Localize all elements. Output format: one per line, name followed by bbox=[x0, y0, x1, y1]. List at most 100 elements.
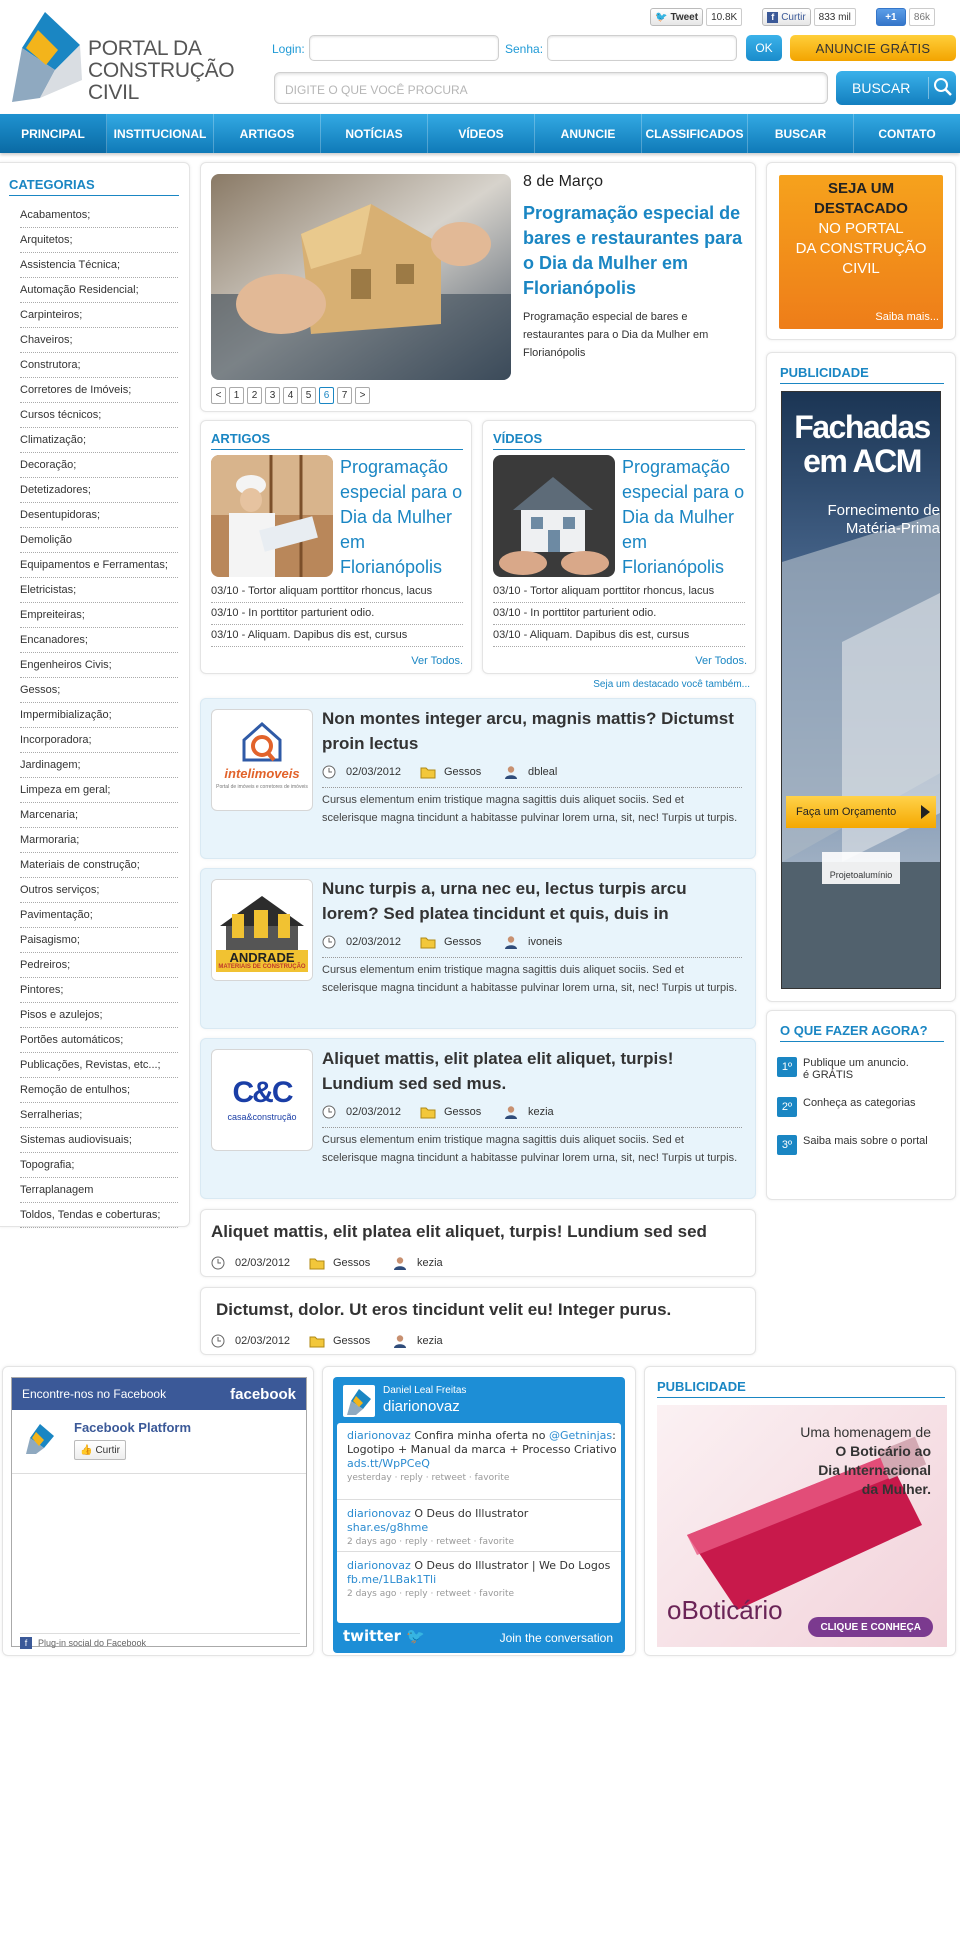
search-input[interactable]: DIGITE O QUE VOCÊ PROCURA bbox=[274, 72, 828, 104]
nav-contato[interactable]: CONTATO bbox=[854, 114, 960, 153]
category-item[interactable]: Serralherias; bbox=[20, 1103, 178, 1128]
post-category[interactable]: Gessos bbox=[444, 936, 498, 948]
category-item[interactable]: Sistemas audiovisuais; bbox=[20, 1128, 178, 1153]
category-item[interactable]: Limpeza em geral; bbox=[20, 778, 178, 803]
pub2-cta-button[interactable]: CLIQUE E CONHEÇA bbox=[808, 1617, 933, 1637]
pager-2[interactable]: 2 bbox=[247, 387, 262, 404]
oque-item[interactable]: 2º Conheça as categorias bbox=[777, 1097, 916, 1117]
category-item[interactable]: Pedreiros; bbox=[20, 953, 178, 978]
category-item[interactable]: Impermibialização; bbox=[20, 703, 178, 728]
category-item[interactable]: Pintores; bbox=[20, 978, 178, 1003]
category-item[interactable]: Cursos técnicos; bbox=[20, 403, 178, 428]
simple-post-title[interactable]: Aliquet mattis, elit platea elit aliquet… bbox=[211, 1222, 751, 1242]
nav-artigos[interactable]: ARTIGOS bbox=[214, 114, 321, 153]
category-item[interactable]: Toldos, Tendas e coberturas; bbox=[20, 1203, 178, 1228]
tweet-link[interactable]: shar.es/g8hme bbox=[347, 1521, 428, 1534]
facebook-page-avatar[interactable] bbox=[22, 1420, 58, 1456]
category-item[interactable]: Pisos e azulejos; bbox=[20, 1003, 178, 1028]
category-item[interactable]: Eletricistas; bbox=[20, 578, 178, 603]
tweet-meta[interactable]: 2 days ago · reply · retweet · favorite bbox=[347, 1535, 627, 1549]
category-item[interactable]: Materiais de construção; bbox=[20, 853, 178, 878]
facebook-page-name[interactable]: Facebook Platform bbox=[74, 1420, 191, 1435]
password-input[interactable] bbox=[547, 35, 737, 61]
artigos-item[interactable]: 03/10 - In porttitor parturient odio. bbox=[211, 603, 463, 625]
category-item[interactable]: Encanadores; bbox=[20, 628, 178, 653]
post-category[interactable]: Gessos bbox=[444, 1106, 498, 1118]
twitter-logo[interactable]: twitter 🐦 bbox=[343, 1627, 425, 1645]
login-input[interactable] bbox=[309, 35, 499, 61]
category-item[interactable]: Topografia; bbox=[20, 1153, 178, 1178]
artigos-item[interactable]: 03/10 - Aliquam. Dapibus dis est, cursus bbox=[211, 625, 463, 647]
destacado-more[interactable]: Saiba mais... bbox=[875, 307, 939, 327]
destacado-banner[interactable]: SEJA UM DESTACADO NO PORTAL DA CONSTRUÇÃ… bbox=[779, 175, 943, 329]
facebook-like-small[interactable]: 👍 Curtir bbox=[74, 1440, 126, 1460]
boticario-ad[interactable]: Uma homenagem de O Boticário ao Dia Inte… bbox=[657, 1405, 947, 1647]
plusone-button[interactable]: +1 bbox=[875, 8, 906, 26]
category-item[interactable]: Outros serviços; bbox=[20, 878, 178, 903]
twitter-join[interactable]: Join the conversation bbox=[500, 1631, 613, 1645]
pager-3[interactable]: 3 bbox=[265, 387, 280, 404]
site-logo[interactable]: PORTAL DA CONSTRUÇÃO CIVIL bbox=[10, 10, 245, 105]
category-item[interactable]: Terraplanagem bbox=[20, 1178, 178, 1203]
post-author[interactable]: dbleal bbox=[528, 766, 557, 778]
videos-image[interactable] bbox=[493, 455, 615, 577]
ok-button[interactable]: OK bbox=[746, 35, 782, 61]
post-category[interactable]: Gessos bbox=[444, 766, 498, 778]
post-title[interactable]: Aliquet mattis, elit platea elit aliquet… bbox=[322, 1046, 742, 1096]
nav-anuncie[interactable]: ANUNCIE bbox=[535, 114, 642, 153]
tweet-mention[interactable]: @Getninjas bbox=[549, 1429, 612, 1442]
post-author[interactable]: kezia bbox=[417, 1335, 443, 1347]
pager-7[interactable]: 7 bbox=[337, 387, 352, 404]
pager-4[interactable]: 4 bbox=[283, 387, 298, 404]
artigos-image[interactable] bbox=[211, 455, 333, 577]
category-item[interactable]: Acabamentos; bbox=[20, 203, 178, 228]
category-item[interactable]: Arquitetos; bbox=[20, 228, 178, 253]
category-item[interactable]: Chaveiros; bbox=[20, 328, 178, 353]
post-logo[interactable]: ANDRADE MATERIAIS DE CONSTRUÇÃO bbox=[211, 879, 313, 981]
nav-classificados[interactable]: CLASSIFICADOS bbox=[642, 114, 748, 153]
tweet-meta[interactable]: yesterday · reply · retweet · favorite bbox=[347, 1471, 627, 1485]
anuncie-gratis-button[interactable]: ANUNCIE GRÁTIS bbox=[790, 35, 956, 61]
pager-6[interactable]: 6 bbox=[319, 387, 334, 404]
artigos-ver-todos[interactable]: Ver Todos. bbox=[411, 655, 463, 667]
category-item[interactable]: Engenheiros Civis; bbox=[20, 653, 178, 678]
videos-item[interactable]: 03/10 - Tortor aliquam porttitor rhoncus… bbox=[493, 581, 745, 603]
category-item[interactable]: Corretores de Imóveis; bbox=[20, 378, 178, 403]
videos-headline[interactable]: Programação especial para o Dia da Mulhe… bbox=[622, 455, 750, 580]
category-item[interactable]: Carpinteiros; bbox=[20, 303, 178, 328]
category-item[interactable]: Climatização; bbox=[20, 428, 178, 453]
oque-item[interactable]: 1º Publique um anuncio. é GRÁTIS bbox=[777, 1057, 909, 1081]
post-logo[interactable]: C&C casa&construção bbox=[211, 1049, 313, 1151]
category-item[interactable]: Empreiteiras; bbox=[20, 603, 178, 628]
pager-next[interactable]: > bbox=[355, 387, 370, 404]
nav-principal[interactable]: PRINCIPAL bbox=[0, 114, 107, 153]
tweet-user[interactable]: diarionovaz bbox=[347, 1559, 411, 1572]
pager-5[interactable]: 5 bbox=[301, 387, 316, 404]
nav-buscar[interactable]: BUSCAR bbox=[748, 114, 854, 153]
tweet-link[interactable]: fb.me/1LBak1Tli bbox=[347, 1573, 436, 1586]
category-item[interactable]: Detetizadores; bbox=[20, 478, 178, 503]
post-logo[interactable]: intelimoveis Portal de imóveis e correto… bbox=[211, 709, 313, 811]
pager-1[interactable]: 1 bbox=[229, 387, 244, 404]
simple-post-title[interactable]: Dictumst, dolor. Ut eros tincidunt velit… bbox=[216, 1300, 746, 1320]
post-title[interactable]: Non montes integer arcu, magnis mattis? … bbox=[322, 706, 742, 756]
post-author[interactable]: kezia bbox=[417, 1257, 443, 1269]
category-item[interactable]: Publicações, Revistas, etc...; bbox=[20, 1053, 178, 1078]
category-item[interactable]: Jardinagem; bbox=[20, 753, 178, 778]
facebook-like-button[interactable]: f Curtir bbox=[762, 8, 811, 26]
post-author[interactable]: kezia bbox=[528, 1106, 554, 1118]
category-item[interactable]: Demolição bbox=[20, 528, 178, 553]
category-item[interactable]: Portões automáticos; bbox=[20, 1028, 178, 1053]
category-item[interactable]: Marmoraria; bbox=[20, 828, 178, 853]
featured-image[interactable] bbox=[211, 174, 511, 380]
twitter-handle[interactable]: diarionovaz bbox=[383, 1398, 460, 1415]
category-item[interactable]: Remoção de entulhos; bbox=[20, 1078, 178, 1103]
category-item[interactable]: Assistencia Técnica; bbox=[20, 253, 178, 278]
category-item[interactable]: Incorporadora; bbox=[20, 728, 178, 753]
nav-videos[interactable]: VÍDEOS bbox=[428, 114, 535, 153]
artigos-item[interactable]: 03/10 - Tortor aliquam porttitor rhoncus… bbox=[211, 581, 463, 603]
artigos-headline[interactable]: Programação especial para o Dia da Mulhe… bbox=[340, 455, 468, 580]
category-item[interactable]: Construtora; bbox=[20, 353, 178, 378]
fachadas-ad[interactable]: Fachadas em ACM Fornecimento de Matéria-… bbox=[781, 391, 941, 989]
category-item[interactable]: Desentupidoras; bbox=[20, 503, 178, 528]
